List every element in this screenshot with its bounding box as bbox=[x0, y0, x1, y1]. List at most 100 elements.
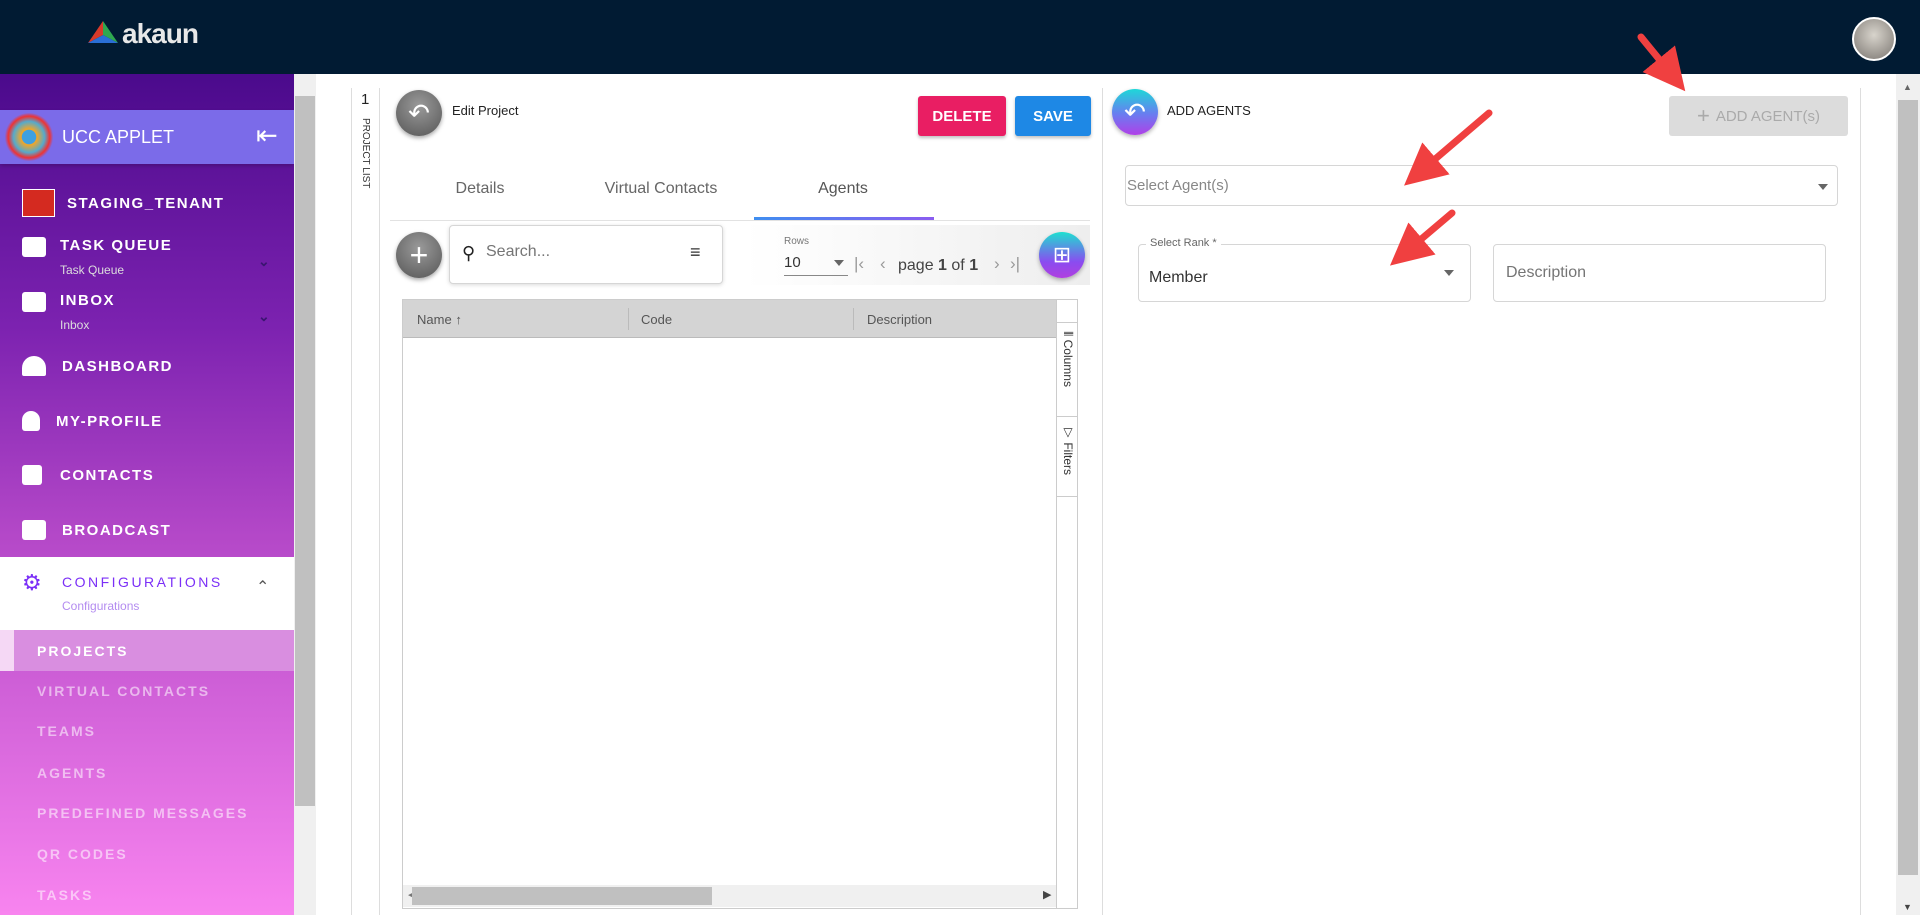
columns-panel-tab[interactable]: ⦀ Columns bbox=[1057, 322, 1078, 417]
arrow-icon bbox=[1404, 109, 1493, 186]
contacts-icon bbox=[22, 465, 42, 485]
prev-page-icon[interactable]: ‹ bbox=[880, 254, 886, 274]
caret-down-icon bbox=[834, 260, 844, 266]
chevron-down-icon[interactable]: ⌄ bbox=[258, 308, 271, 325]
project-list-strip[interactable]: 1 PROJECT LIST bbox=[351, 88, 380, 915]
tab-details[interactable]: Details bbox=[456, 180, 505, 198]
sidebar-item-label: INBOX bbox=[60, 292, 116, 309]
total-pages: 1 bbox=[969, 257, 979, 274]
sidebar-subitem-qr-codes[interactable]: QR CODES bbox=[37, 846, 128, 862]
sidebar-subitem-teams[interactable]: TEAMS bbox=[37, 723, 96, 739]
applet-logo-icon bbox=[4, 113, 54, 161]
select-agents-placeholder: Select Agent(s) bbox=[1127, 177, 1229, 194]
grid-view-button[interactable]: ⊞ bbox=[1039, 232, 1085, 278]
add-agents-label: ADD AGENT(s) bbox=[1715, 107, 1821, 125]
active-tab-indicator bbox=[754, 217, 934, 220]
sidebar-item-sublabel: Inbox bbox=[60, 318, 90, 332]
tabs-divider bbox=[390, 220, 1090, 221]
filters-panel-tab[interactable]: ▽ Filters bbox=[1057, 417, 1078, 497]
sidebar-subitem-tasks[interactable]: TASKS bbox=[37, 887, 93, 903]
agents-table: Name ↑ Code Description ⦀ Columns ▽ Filt… bbox=[402, 299, 1078, 909]
task-queue-icon bbox=[22, 237, 46, 257]
back-button[interactable]: ↶ bbox=[396, 90, 442, 136]
back-arrow-icon: ↶ bbox=[408, 97, 430, 128]
add-agents-back-button[interactable]: ↶ bbox=[1112, 89, 1158, 135]
sidebar-item-label: MY-PROFILE bbox=[56, 413, 163, 430]
sidebar-subitem-virtual-contacts[interactable]: VIRTUAL CONTACTS bbox=[37, 683, 210, 699]
column-header-name[interactable]: Name ↑ bbox=[417, 312, 462, 327]
sidebar-item-sublabel: Configurations bbox=[62, 599, 140, 613]
last-page-icon[interactable]: ›| bbox=[1010, 254, 1020, 274]
rows-select[interactable]: 10 bbox=[784, 252, 848, 276]
akaun-logo[interactable]: akaun bbox=[88, 18, 199, 50]
filters-label: Filters bbox=[1061, 442, 1075, 476]
next-page-icon[interactable]: › bbox=[994, 254, 1000, 274]
plus-icon: + bbox=[409, 236, 429, 273]
scroll-down-icon[interactable]: ▼ bbox=[1903, 902, 1912, 912]
tenant-label: STAGING_TENANT bbox=[67, 195, 225, 212]
search-box[interactable]: ⚲ ≡ bbox=[449, 225, 723, 284]
tool-panel-sidebar: ⦀ Columns ▽ Filters bbox=[1056, 300, 1078, 908]
sidebar-item-sublabel: Task Queue bbox=[60, 263, 125, 277]
tab-agents[interactable]: Agents bbox=[818, 180, 868, 198]
sidebar-subitem-projects[interactable]: PROJECTS bbox=[0, 630, 294, 671]
panel-title: Edit Project bbox=[452, 103, 519, 118]
sort-asc-icon[interactable]: ↑ bbox=[455, 312, 462, 327]
scroll-right-icon[interactable]: ▶ bbox=[1043, 888, 1051, 901]
panel-divider bbox=[1102, 88, 1103, 915]
sidebar-scrollbar[interactable] bbox=[294, 74, 316, 915]
chevron-up-icon[interactable]: ⌃ bbox=[256, 577, 269, 597]
project-list-label: PROJECT LIST bbox=[360, 118, 371, 189]
page-indicator: page 1 of 1 bbox=[898, 257, 978, 275]
select-rank-label: Select Rank * bbox=[1146, 237, 1221, 249]
scrollbar-thumb[interactable] bbox=[412, 887, 712, 905]
sidebar-subitem-predefined-messages[interactable]: PREDEFINED MESSAGES bbox=[37, 805, 248, 821]
arrow-icon bbox=[1637, 33, 1686, 92]
applet-header: UCC APPLET ⇤ bbox=[0, 110, 294, 164]
akaun-logo-icon bbox=[88, 21, 118, 43]
sidebar-item-label: TASK QUEUE bbox=[60, 237, 173, 254]
filter-icon[interactable]: ≡ bbox=[690, 242, 701, 263]
delete-button[interactable]: DELETE bbox=[918, 96, 1006, 136]
user-avatar[interactable] bbox=[1852, 17, 1896, 61]
sidebar-item-label: CONTACTS bbox=[60, 467, 155, 484]
tab-virtual-contacts[interactable]: Virtual Contacts bbox=[605, 180, 718, 198]
grid-icon: ⊞ bbox=[1052, 242, 1072, 267]
columns-label: Columns bbox=[1061, 339, 1075, 387]
of-word: of bbox=[951, 257, 965, 274]
chevron-down-icon[interactable]: ⌄ bbox=[258, 253, 271, 270]
sidebar-item-label: CONFIGURATIONS bbox=[62, 574, 223, 590]
current-page: 1 bbox=[938, 257, 947, 274]
content-scrollbar[interactable]: ▲ ▼ bbox=[1896, 74, 1920, 915]
search-input[interactable] bbox=[486, 243, 666, 261]
horizontal-scrollbar[interactable]: ◀ ▶ bbox=[403, 885, 1056, 907]
save-button[interactable]: SAVE bbox=[1015, 96, 1091, 136]
scrollbar-thumb[interactable] bbox=[1898, 100, 1918, 875]
sidebar-subitem-label: PROJECTS bbox=[37, 643, 129, 659]
tenant-logo-icon bbox=[22, 189, 55, 217]
select-rank-value: Member bbox=[1149, 269, 1208, 286]
column-header-description[interactable]: Description bbox=[867, 312, 932, 327]
back-arrow-icon: ↶ bbox=[1124, 96, 1146, 127]
gears-icon: ⚙ bbox=[22, 570, 42, 595]
annotation-arrows bbox=[1389, 33, 1686, 266]
page-word: page bbox=[898, 257, 934, 274]
logout-icon[interactable]: ⇤ bbox=[256, 120, 278, 151]
first-page-icon[interactable]: |‹ bbox=[854, 254, 864, 274]
sidebar-subitem-agents[interactable]: AGENTS bbox=[37, 765, 107, 781]
scroll-up-icon[interactable]: ▲ bbox=[1903, 82, 1912, 92]
filter-funnel-icon: ▽ bbox=[1061, 425, 1075, 443]
column-label: Name bbox=[417, 312, 452, 327]
search-icon: ⚲ bbox=[462, 243, 476, 263]
columns-icon: ⦀ bbox=[1061, 331, 1075, 340]
scrollbar-thumb[interactable] bbox=[295, 96, 315, 806]
column-header-code[interactable]: Code bbox=[641, 312, 672, 327]
applet-title: UCC APPLET bbox=[62, 127, 175, 147]
add-button[interactable]: + bbox=[396, 232, 442, 278]
sidebar-item-configurations[interactable]: ⚙ CONFIGURATIONS Configurations ⌃ bbox=[0, 557, 294, 630]
project-count: 1 bbox=[361, 91, 370, 108]
panel-border bbox=[1860, 88, 1861, 915]
logo-text: akaun bbox=[122, 18, 199, 49]
table-header: Name ↑ Code Description bbox=[403, 300, 1056, 338]
arrow-icon bbox=[1389, 209, 1456, 266]
